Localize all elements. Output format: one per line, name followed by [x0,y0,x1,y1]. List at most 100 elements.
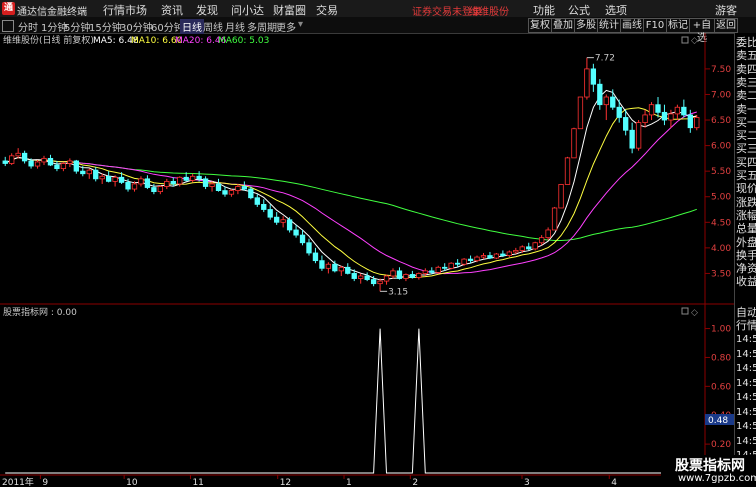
more-chevron-icon[interactable]: ▾ [298,19,303,30]
period-tab-daily[interactable]: 日线 [180,19,204,34]
layout-toggle-icon[interactable] [2,20,14,32]
candle-body [325,263,332,269]
y-axis-ticks: 7.50 7.00 6.50 6.00 5.50 5.00 4.50 4.00 3.50 [705,65,731,279]
broker-name: 维维股份 [469,7,509,18]
candle-body [532,242,538,250]
side-label: 卖五 [736,49,756,63]
candle-body [351,273,357,279]
candle-body [526,246,532,250]
candle-body [694,117,700,129]
candle-body [642,114,648,123]
candle-body [112,176,118,182]
y-tick-label: 7.50 [711,65,731,75]
multi-stock-button[interactable]: 多股 [574,18,598,33]
period-tab-15min[interactable]: 15分钟 [89,19,122,34]
y-tick-label: 5.50 [711,167,731,177]
candle-body [319,260,325,269]
candle-body [41,157,47,163]
candle-body [299,234,306,244]
period-tab-60min[interactable]: 60分钟 [151,19,184,34]
candle-body [623,117,629,131]
candle-body [358,275,364,279]
back-button[interactable]: 返回 [714,18,738,33]
candle-body [131,183,138,190]
candle-body [506,251,513,256]
candle-body [338,266,344,272]
f10-button[interactable]: F10 [643,18,667,33]
subpanel-max-icon[interactable] [681,307,689,315]
candle-body [435,266,441,273]
candle-body [377,280,383,285]
draw-line-button[interactable]: 画线 [620,18,644,33]
kline-chart[interactable]: 维维股份(日线 前复权) MA5: 6.48 MA10: 6.60 MA20: … [0,33,734,487]
indicator-y-tick-label: 0.80 [711,353,731,363]
tick-time: 14:5 [736,421,756,432]
candle-body [267,209,273,218]
period-tab-30min[interactable]: 30分钟 [120,19,153,34]
y-tick-label: 6.50 [711,116,731,126]
candle-body [571,128,577,159]
x-axis-label: 12 [280,478,291,487]
tick-time: 14:5 [736,377,756,389]
candle-body [54,164,60,170]
candle-body [551,207,558,231]
candle-body [202,178,209,187]
side-label: 买一 [736,115,756,129]
adjust-button[interactable]: 复权 [528,18,552,33]
tick-time: 14:5 [736,435,756,447]
menu-item-wealth[interactable]: 财富圈 [273,2,306,18]
candle-body [28,160,34,167]
side-label: 卖三 [736,75,756,89]
menu-item-trade[interactable]: 交易 [316,2,338,18]
candle-body [674,106,681,115]
period-tab-multi[interactable]: 多周期 [247,19,277,34]
guest-label[interactable]: 游客 [715,2,737,18]
period-tab-weekly[interactable]: 周线 [203,19,223,34]
menu-item-discover[interactable]: 发现 [196,2,218,18]
menu-item-market[interactable]: 市场 [125,2,147,18]
stock-label: 维维股份(日线 前复权) [3,34,94,46]
subpanel-up-icon[interactable]: ◇ [691,308,698,318]
stats-button[interactable]: 统计 [597,18,621,33]
candle-body [461,258,467,265]
menu-item-news[interactable]: 资讯 [161,2,183,18]
mark-button[interactable]: 标记 [666,18,690,33]
menu-item-functions[interactable]: 功能 [533,2,555,18]
candle-body [228,190,235,195]
period-tab-5min[interactable]: 5分钟 [64,19,90,34]
menu-item-quotes[interactable]: 行情 [103,2,125,18]
candle-body [655,104,661,113]
candle-body [467,258,474,262]
side-label: 收益 [736,275,756,289]
y-tick-label: 5.00 [711,193,731,203]
candle-body [513,250,519,253]
side-label: 委比 [736,36,756,49]
panel-up-icon[interactable]: ◇ [691,36,698,46]
side-mode-label[interactable]: 自动 [736,306,756,319]
candle-body [138,178,144,185]
period-tab-timeshare[interactable]: 分时 [18,19,38,34]
candle-body [577,96,584,130]
y-tick-label: 4.00 [711,244,731,254]
period-tab-more[interactable]: 更多 [276,19,296,34]
candle-body [538,237,545,244]
side-label: 卖一 [736,102,756,116]
candle-body [157,186,164,193]
side-label: 卖四 [736,62,756,76]
menu-item-ask[interactable]: 问小达 [231,2,264,18]
candle-body [610,96,616,108]
menu-item-formula[interactable]: 公式 [568,2,590,18]
overlay-button[interactable]: 叠加 [551,18,575,33]
moving-average-lines [4,89,698,281]
candle-body [209,183,215,187]
tick-time: 14:5 [736,334,756,345]
side-mode-label[interactable]: 行情 [736,319,756,332]
candle-body [280,219,286,223]
add-favorite-button[interactable]: +自选 [689,18,715,44]
period-tab-monthly[interactable]: 月线 [225,19,245,34]
panel-max-icon[interactable] [681,36,689,44]
menu-item-options[interactable]: 选项 [605,2,627,18]
candle-body [177,176,183,185]
x-axis-label: 1 [346,478,352,487]
candle-body [293,229,299,236]
